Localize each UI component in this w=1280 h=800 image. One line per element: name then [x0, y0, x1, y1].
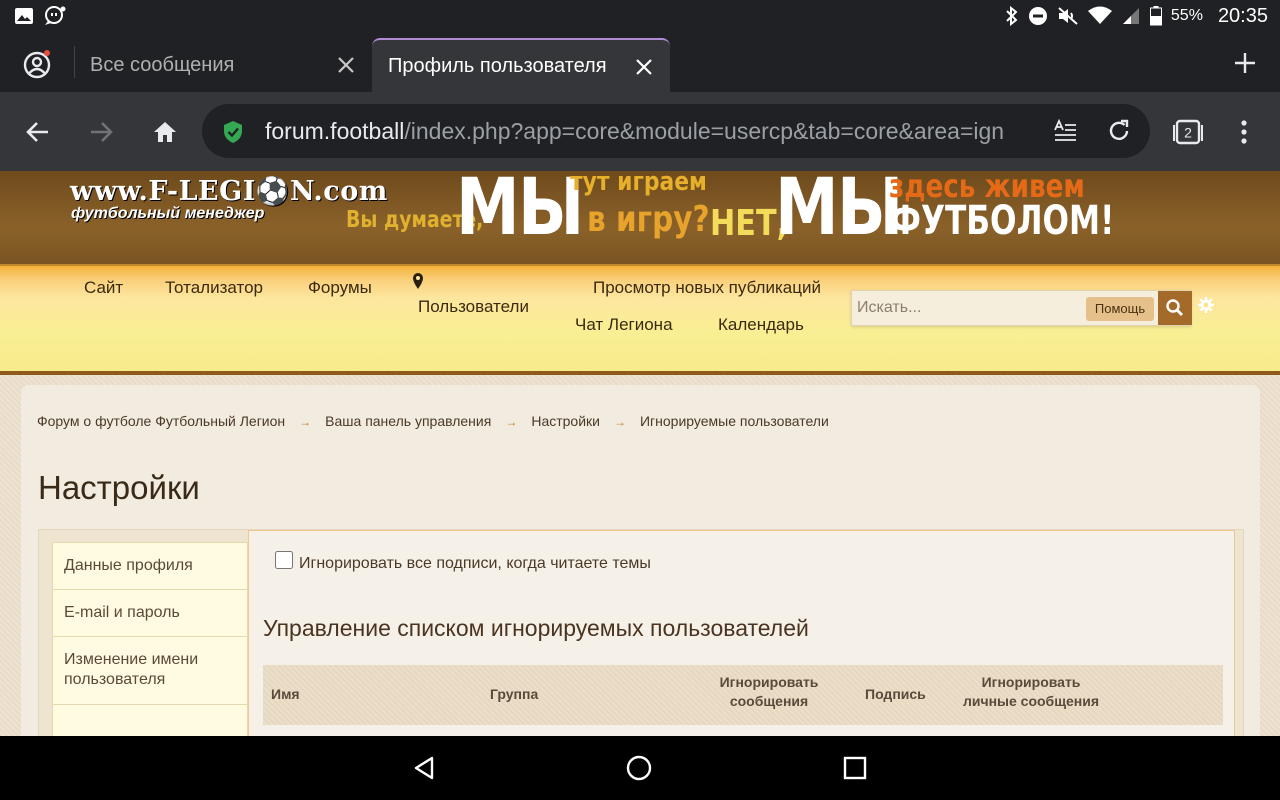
ignore-signatures-option[interactable]: Игнорировать все подписи, когда читаете …	[275, 551, 651, 573]
column-header-line: Игнорировать	[719, 674, 819, 690]
page-title: Настройки	[38, 469, 200, 506]
back-icon[interactable]	[24, 118, 52, 146]
tab-count: 2	[1184, 125, 1192, 141]
system-home-icon[interactable]	[625, 754, 653, 782]
side-item-profile-data[interactable]: Данные профиля	[52, 542, 248, 589]
site-subtitle: футбольный менеджер	[71, 205, 265, 222]
column-header-line: личные сообщения	[962, 693, 1100, 709]
web-page: www.F-LEGI⚽N.com футбольный менеджер Вы …	[0, 171, 1280, 736]
breadcrumb-separator: →	[505, 415, 518, 429]
quote-bubble-icon	[45, 6, 66, 25]
system-navigation-bar	[0, 736, 1280, 800]
new-tab-icon[interactable]	[1232, 50, 1258, 76]
close-icon[interactable]	[334, 53, 358, 77]
breadcrumb-separator: →	[613, 415, 626, 429]
battery-percent: 55%	[1170, 7, 1203, 24]
search-input[interactable]	[852, 291, 1082, 325]
battery-icon	[1149, 6, 1162, 26]
column-header-ignore-posts[interactable]: Игнорировать сообщения	[709, 673, 829, 711]
tab-divider	[74, 46, 75, 78]
column-header-line: сообщения	[729, 693, 809, 709]
clock: 20:35	[1217, 4, 1268, 27]
content-card: Форум о футболе Футбольный Легион → Ваша п…	[21, 385, 1260, 736]
column-header-group[interactable]: Группа	[490, 685, 538, 704]
site-logo: www.F-LEGI⚽N.com	[70, 176, 388, 207]
close-icon[interactable]	[632, 55, 656, 79]
settings-content: Игнорировать все подписи, когда читаете …	[248, 530, 1235, 736]
slogan-part: МЫ	[456, 171, 584, 253]
side-item-email-password[interactable]: E-mail и пароль	[52, 589, 248, 636]
tab-title: Все сообщения	[90, 53, 235, 76]
column-header-signature[interactable]: Подпись	[865, 685, 926, 704]
site-banner[interactable]: www.F-LEGI⚽N.com футбольный менеджер Вы …	[0, 171, 1280, 264]
forward-icon[interactable]	[87, 118, 115, 146]
nav-forums[interactable]: Форумы	[308, 278, 372, 298]
nav-legion-chat[interactable]: Чат Легиона	[575, 315, 673, 335]
browser-toolbar: forum.football/index.php?app=core&module…	[0, 92, 1280, 171]
nav-calendar[interactable]: Календарь	[718, 315, 804, 335]
tab-all-messages[interactable]: Все сообщения	[76, 38, 366, 92]
secure-shield-icon	[224, 121, 242, 143]
nav-users[interactable]: Пользователи	[418, 297, 529, 317]
ignored-users-table: Имя Группа Игнорировать сообщения Подпис…	[263, 665, 1223, 725]
breadcrumb: Форум о футболе Футбольный Легион → Ваша п…	[37, 413, 829, 429]
nav-betting[interactable]: Тотализатор	[165, 278, 263, 298]
column-header-name[interactable]: Имя	[271, 685, 300, 704]
url-path: /index.php?app=core&module=usercp&tab=co…	[404, 118, 1005, 144]
reader-mode-icon[interactable]	[1052, 119, 1078, 145]
wifi-icon	[1087, 6, 1112, 24]
more-menu-icon[interactable]	[1232, 116, 1256, 148]
reload-icon[interactable]	[1106, 118, 1132, 144]
column-header-ignore-pm[interactable]: Игнорировать личные сообщения	[953, 673, 1109, 711]
signal-icon	[1122, 8, 1139, 24]
breadcrumb-settings[interactable]: Настройки	[531, 413, 600, 429]
profile-icon[interactable]	[22, 50, 52, 80]
system-recents-icon[interactable]	[841, 754, 869, 782]
main-navigation: Сайт Тотализатор Форумы Пользователи Про…	[0, 264, 1280, 375]
address-bar[interactable]: forum.football/index.php?app=core&module…	[202, 104, 1150, 158]
slogan-part: тут играем	[570, 171, 707, 197]
slogan-part: ФУТБОЛОМ!	[890, 198, 1115, 244]
url-host: forum.football	[265, 118, 405, 144]
home-icon[interactable]	[151, 118, 179, 146]
image-icon	[15, 8, 33, 24]
nav-site[interactable]: Сайт	[84, 278, 123, 298]
ignore-signatures-label: Игнорировать все подписи, когда читаете …	[299, 555, 651, 572]
tab-strip: Все сообщения Профиль пользователя	[0, 32, 1280, 92]
nav-new-posts[interactable]: Просмотр новых публикаций	[593, 278, 821, 298]
breadcrumb-separator: →	[299, 415, 312, 429]
side-item-change-username[interactable]: Изменение имени пользователя	[52, 636, 248, 704]
tab-title: Профиль пользователя	[388, 54, 607, 77]
search-box: Помощь	[851, 290, 1192, 326]
status-bar: 55% 20:35	[0, 0, 1280, 32]
breadcrumb-forum-home[interactable]: Форум о футболе Футбольный Легион	[37, 413, 285, 429]
slogan-part: в игру?	[587, 199, 710, 240]
search-button[interactable]	[1158, 291, 1192, 325]
bluetooth-icon	[1006, 6, 1018, 26]
settings-panel: Данные профиля E-mail и пароль Изменение…	[38, 529, 1244, 736]
map-pin-icon	[413, 273, 423, 289]
settings-side-menu: Данные профиля E-mail и пароль Изменение…	[52, 542, 248, 736]
url-text[interactable]: forum.football/index.php?app=core&module…	[265, 118, 1047, 145]
search-icon	[1166, 299, 1183, 316]
ignore-signatures-checkbox[interactable]	[275, 551, 293, 569]
section-title: Управление списком игнорируемых пользова…	[263, 615, 809, 641]
mute-icon	[1058, 7, 1078, 25]
tab-user-profile[interactable]: Профиль пользователя	[372, 38, 670, 92]
do-not-disturb-icon	[1028, 7, 1047, 25]
help-button[interactable]: Помощь	[1086, 297, 1154, 321]
breadcrumb-control-panel[interactable]: Ваша панель управления	[325, 413, 491, 429]
slogan-part: МЫ	[775, 171, 903, 253]
gear-icon[interactable]	[1197, 296, 1215, 314]
system-back-icon[interactable]	[411, 754, 439, 782]
tab-switcher-icon[interactable]: 2	[1172, 116, 1204, 148]
breadcrumb-current: Игнорируемые пользователи	[639, 413, 829, 429]
column-header-line: Игнорировать	[981, 674, 1081, 690]
side-item[interactable]	[52, 704, 248, 736]
